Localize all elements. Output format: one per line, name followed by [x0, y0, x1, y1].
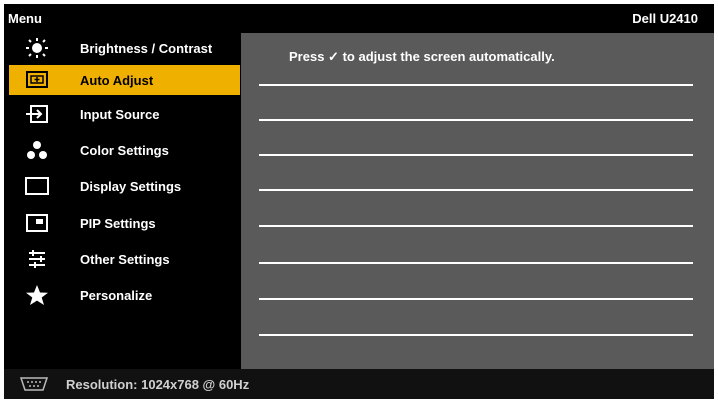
input-source-icon	[24, 103, 50, 125]
message-prefix: Press	[289, 49, 325, 64]
sidebar-menu: Brightness / Contrast Auto Adjust Input …	[4, 33, 241, 369]
checkmark-icon: ✓	[328, 49, 339, 64]
divider-line	[259, 189, 693, 191]
vga-connector-icon	[18, 377, 50, 391]
divider-line	[259, 225, 693, 227]
divider-line	[259, 262, 693, 264]
menu-item-label: PIP Settings	[80, 216, 156, 231]
menu-item-auto-adjust[interactable]: Auto Adjust	[9, 65, 240, 95]
divider-line	[259, 298, 693, 300]
model-name: Dell U2410	[632, 11, 698, 26]
menu-item-personalize[interactable]: Personalize	[4, 280, 241, 310]
menu-item-label: Auto Adjust	[80, 73, 154, 88]
divider-line	[259, 334, 693, 336]
osd-menu: Menu Dell U2410 Brightness / Contrast Au…	[4, 4, 714, 399]
message-suffix: to adjust the screen automatically.	[342, 49, 555, 64]
menu-item-display-settings[interactable]: Display Settings	[4, 171, 241, 201]
menu-item-label: Brightness / Contrast	[80, 41, 213, 56]
color-settings-icon	[24, 139, 50, 161]
menu-item-pip-settings[interactable]: PIP Settings	[4, 208, 241, 238]
divider-line	[259, 84, 693, 86]
status-bar: Resolution: 1024x768 @ 60Hz	[4, 369, 714, 399]
brightness-icon	[24, 37, 50, 59]
other-settings-icon	[24, 248, 50, 270]
title-bar: Menu Dell U2410	[4, 4, 714, 33]
menu-title: Menu	[8, 11, 42, 26]
personalize-icon	[24, 284, 50, 306]
auto-adjust-icon	[24, 69, 50, 91]
menu-item-label: Color Settings	[80, 143, 169, 158]
menu-item-color-settings[interactable]: Color Settings	[4, 135, 241, 165]
menu-item-label: Other Settings	[80, 252, 170, 267]
auto-adjust-message: Press ✓ to adjust the screen automatical…	[289, 49, 555, 65]
content-panel: Press ✓ to adjust the screen automatical…	[241, 33, 714, 369]
divider-line	[259, 119, 693, 121]
display-settings-icon	[24, 175, 50, 197]
menu-item-brightness-contrast[interactable]: Brightness / Contrast	[4, 33, 241, 63]
menu-item-label: Display Settings	[80, 179, 182, 194]
pip-settings-icon	[24, 212, 50, 234]
menu-item-label: Input Source	[80, 107, 160, 122]
divider-line	[259, 154, 693, 156]
menu-item-other-settings[interactable]: Other Settings	[4, 244, 241, 274]
menu-item-input-source[interactable]: Input Source	[4, 99, 241, 129]
menu-item-label: Personalize	[80, 288, 153, 303]
resolution-info: Resolution: 1024x768 @ 60Hz	[66, 377, 250, 392]
